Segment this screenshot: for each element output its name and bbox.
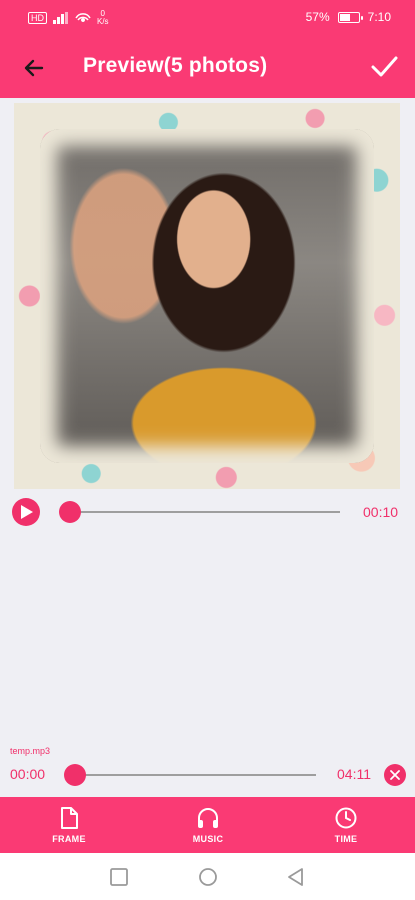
net-speed: 0 K/s: [97, 10, 109, 26]
clock-icon: [335, 807, 357, 829]
audio-file-name: temp.mp3: [10, 746, 51, 756]
tab-music[interactable]: MUSIC: [163, 797, 253, 853]
page-title: Preview(5 photos): [83, 54, 268, 77]
tab-music-label: MUSIC: [192, 834, 224, 844]
tab-frame[interactable]: FRAME: [24, 797, 114, 853]
back-nav-icon[interactable]: [286, 867, 306, 887]
net-speed-unit: K/s: [97, 17, 109, 26]
system-nav-bar: [0, 853, 415, 900]
battery-percent: 57%: [305, 10, 330, 24]
video-seekbar-thumb[interactable]: [59, 501, 81, 523]
home-icon[interactable]: [198, 867, 218, 887]
audio-start-time: 00:00: [10, 766, 46, 782]
signal-icon: [53, 12, 68, 24]
video-current-time: 00:10: [363, 504, 399, 520]
recents-icon[interactable]: [109, 867, 129, 887]
play-button[interactable]: [12, 498, 40, 526]
top-bar: HD 0 K/s 57% 7:10 Preview(5 photos): [0, 0, 415, 98]
clock: 7:10: [367, 10, 391, 24]
play-icon: [21, 505, 33, 519]
remove-audio-button[interactable]: [384, 764, 406, 786]
battery-fill: [339, 13, 350, 21]
audio-end-time: 04:11: [337, 766, 371, 782]
hd-badge: HD: [28, 12, 47, 24]
audio-seekbar-thumb[interactable]: [64, 764, 86, 786]
audio-seekbar-track[interactable]: [75, 774, 316, 776]
bottom-tab-bar: FRAME MUSIC TIME: [0, 797, 415, 853]
video-preview[interactable]: [14, 103, 400, 489]
check-icon[interactable]: [369, 52, 399, 82]
document-icon: [61, 807, 78, 829]
tab-time-label: TIME: [334, 834, 358, 844]
tab-time[interactable]: TIME: [301, 797, 391, 853]
battery-icon: [337, 11, 363, 23]
close-icon: [390, 770, 400, 780]
status-bar: HD 0 K/s 57% 7:10: [0, 0, 415, 36]
preview-photo: [40, 129, 374, 463]
headphones-icon: [198, 808, 218, 828]
video-seekbar-track[interactable]: [70, 511, 340, 513]
hotspot-icon: [75, 13, 91, 22]
app-bar: Preview(5 photos): [0, 44, 415, 94]
tab-frame-label: FRAME: [52, 834, 86, 844]
back-arrow-icon[interactable]: [20, 54, 48, 82]
